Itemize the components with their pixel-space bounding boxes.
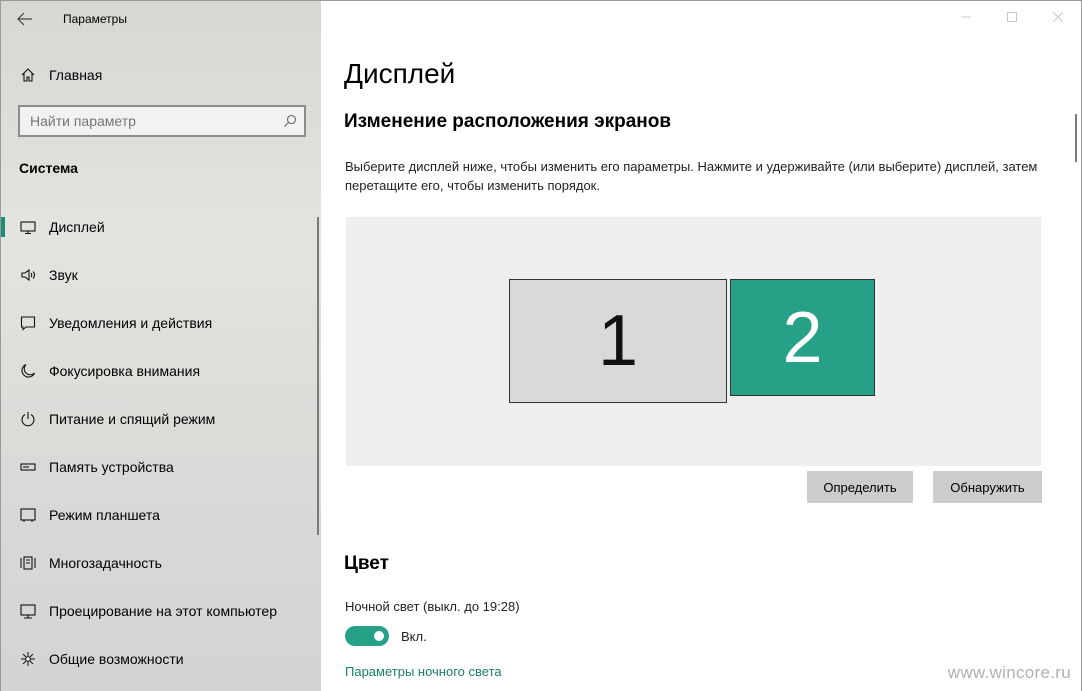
sidebar: Параметры Главная Система Дисплей Звук	[0, 0, 321, 691]
sidebar-item-label: Общие возможности	[49, 651, 184, 667]
sidebar-item-label: Питание и спящий режим	[49, 411, 216, 427]
close-button[interactable]	[1035, 1, 1081, 33]
identify-button[interactable]: Определить	[807, 471, 913, 503]
sidebar-item-home[interactable]: Главная	[1, 57, 322, 93]
search-field[interactable]	[18, 105, 306, 137]
page-title: Дисплей	[344, 58, 456, 89]
sidebar-item-sound[interactable]: Звук	[1, 251, 322, 299]
sidebar-item-label: Фокусировка внимания	[49, 363, 201, 379]
sidebar-item-focus-assist[interactable]: Фокусировка внимания	[1, 347, 322, 395]
monitor-icon	[20, 219, 36, 235]
moon-icon	[20, 363, 36, 379]
app-title: Параметры	[63, 12, 127, 26]
tablet-icon	[20, 507, 36, 523]
toggle-knob	[374, 631, 384, 641]
night-light-toggle[interactable]	[345, 626, 389, 646]
window-controls	[943, 1, 1081, 33]
watermark: www.wincore.ru	[947, 663, 1071, 682]
main-scrollbar[interactable]	[1075, 114, 1077, 162]
main-content: Дисплей Изменение расположения экранов В…	[321, 0, 1082, 691]
color-heading: Цвет	[344, 553, 389, 574]
arrange-description: Выберите дисплей ниже, чтобы изменить ег…	[345, 159, 1038, 193]
search-icon[interactable]	[276, 114, 304, 128]
minimize-icon	[961, 16, 971, 18]
sidebar-item-power-sleep[interactable]: Питание и спящий режим	[1, 395, 322, 443]
speaker-icon	[20, 267, 36, 283]
sidebar-nav: Дисплей Звук Уведомления и действия Фоку…	[1, 203, 322, 683]
home-icon	[20, 67, 36, 83]
section-heading: Система	[19, 160, 78, 176]
night-light-settings-link[interactable]: Параметры ночного света	[345, 664, 502, 679]
sidebar-scrollbar[interactable]	[317, 217, 319, 535]
power-icon	[20, 411, 36, 427]
search-input[interactable]	[30, 113, 276, 129]
arrange-heading: Изменение расположения экранов	[344, 111, 672, 132]
toggle-state-label: Вкл.	[401, 629, 427, 644]
display-arrangement-area: 1 2	[346, 217, 1041, 466]
sidebar-item-multitasking[interactable]: Многозадачность	[1, 539, 322, 587]
sidebar-item-display[interactable]: Дисплей	[1, 203, 322, 251]
maximize-button[interactable]	[989, 1, 1035, 33]
detect-button[interactable]: Обнаружить	[933, 471, 1042, 503]
sidebar-item-storage[interactable]: Память устройства	[1, 443, 322, 491]
display-number: 1	[597, 301, 639, 381]
sidebar-item-label: Проецирование на этот компьютер	[49, 603, 277, 619]
multitask-icon	[20, 555, 36, 571]
sidebar-item-label: Уведомления и действия	[49, 315, 213, 331]
sidebar-item-notifications[interactable]: Уведомления и действия	[1, 299, 322, 347]
storage-icon	[20, 459, 36, 475]
message-icon	[20, 315, 36, 331]
minimize-button[interactable]	[943, 1, 989, 33]
sidebar-item-shared-experiences[interactable]: Общие возможности	[1, 635, 322, 683]
night-light-label: Ночной свет (выкл. до 19:28)	[345, 599, 520, 614]
sidebar-item-label: Дисплей	[49, 219, 105, 235]
display-number: 2	[782, 297, 823, 378]
close-icon	[1053, 12, 1063, 22]
title-bar: Параметры	[1, 1, 322, 37]
sidebar-item-tablet-mode[interactable]: Режим планшета	[1, 491, 322, 539]
sidebar-item-label: Память устройства	[49, 459, 174, 475]
sidebar-item-projecting[interactable]: Проецирование на этот компьютер	[1, 587, 322, 635]
sidebar-item-label: Главная	[49, 67, 103, 83]
back-button[interactable]	[1, 1, 49, 37]
display-1-tile[interactable]: 1	[509, 279, 727, 403]
share-icon	[20, 651, 36, 667]
sidebar-item-label: Многозадачность	[49, 555, 162, 571]
sidebar-item-label: Режим планшета	[49, 507, 160, 523]
maximize-icon	[1007, 12, 1017, 22]
sidebar-item-label: Звук	[49, 267, 78, 283]
back-arrow-icon	[17, 12, 32, 26]
projector-icon	[20, 603, 36, 619]
display-2-tile[interactable]: 2	[730, 279, 875, 396]
